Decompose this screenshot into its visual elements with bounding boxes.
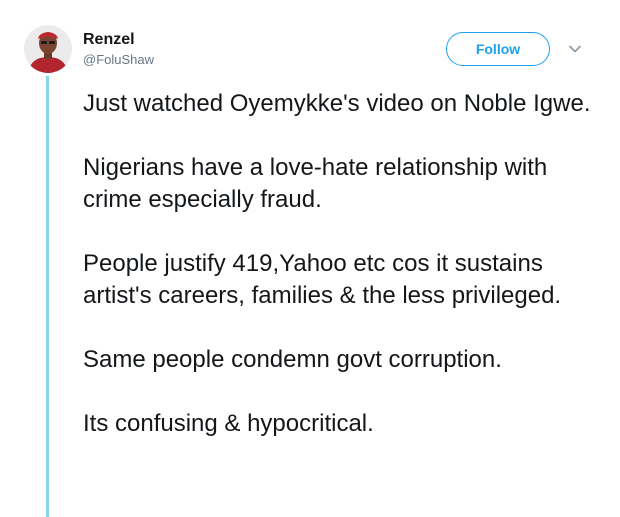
tweet-paragraph: Its confusing & hypocritical. (83, 410, 374, 437)
user-info: Renzel @FoluShaw (83, 30, 154, 69)
tweet-text: Just watched Oyemykke's video on Noble I… (83, 88, 603, 440)
chevron-down-icon[interactable] (568, 42, 582, 56)
tweet-paragraph: People justify 419,Yahoo etc cos it sust… (83, 250, 562, 309)
follow-button[interactable]: Follow (446, 32, 550, 66)
user-handle[interactable]: @FoluShaw (83, 51, 154, 69)
display-name[interactable]: Renzel (83, 30, 154, 50)
tweet-paragraph: Just watched Oyemykke's video on Noble I… (83, 90, 591, 117)
profile-photo-avatar-icon (24, 25, 72, 73)
avatar[interactable] (24, 25, 72, 73)
thread-line (46, 76, 49, 517)
tweet-paragraph: Nigerians have a love-hate relationship … (83, 154, 548, 213)
tweet-paragraph: Same people condemn govt corruption. (83, 346, 502, 373)
